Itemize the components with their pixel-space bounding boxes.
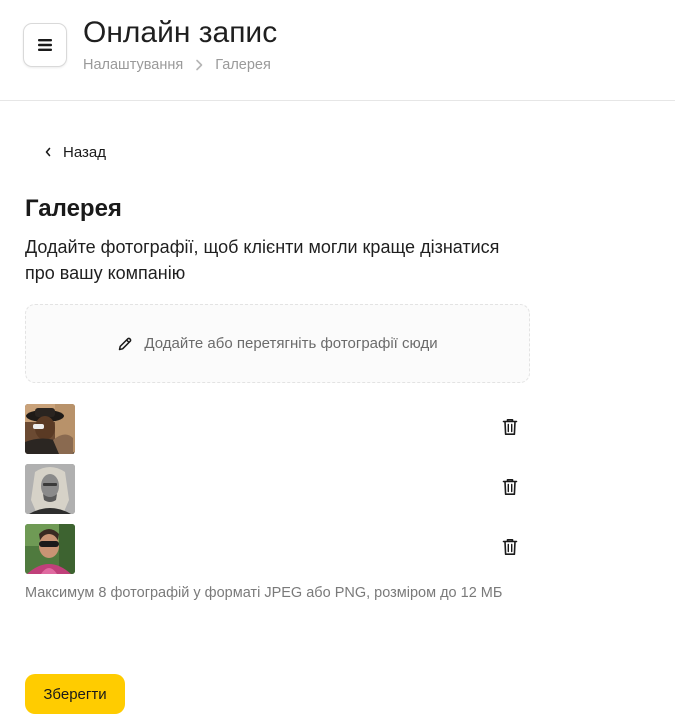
page-title: Онлайн запис: [83, 16, 278, 49]
page-header: Онлайн запис Налаштування Галерея: [0, 0, 675, 101]
photo-item: [25, 404, 530, 454]
breadcrumb: Налаштування Галерея: [83, 56, 271, 74]
section-title: Галерея: [25, 195, 122, 222]
photo-thumbnail[interactable]: [25, 404, 75, 454]
upload-hint: Максимум 8 фотографій у форматі JPEG або…: [25, 585, 503, 601]
trash-icon[interactable]: [500, 536, 520, 558]
dropzone-label: Додайте або перетягніть фотографії сюди: [144, 335, 438, 352]
menu-button[interactable]: [23, 23, 67, 67]
section-description: Додайте фотографії, щоб клієнти могли кр…: [25, 237, 500, 283]
hamburger-icon: [38, 39, 52, 51]
pencil-icon: [117, 336, 133, 352]
photo-dropzone[interactable]: Додайте або перетягніть фотографії сюди: [25, 304, 530, 383]
breadcrumb-item-gallery: Галерея: [215, 57, 271, 73]
chevron-left-icon: [44, 146, 52, 158]
trash-icon[interactable]: [500, 416, 520, 438]
photo-thumbnail[interactable]: [25, 464, 75, 514]
photo-item: [25, 524, 530, 574]
trash-icon[interactable]: [500, 476, 520, 498]
save-button[interactable]: Зберегти: [25, 674, 125, 714]
back-label: Назад: [63, 143, 106, 161]
back-link[interactable]: Назад: [44, 142, 106, 162]
chevron-right-icon: [195, 59, 203, 71]
photo-item: [25, 464, 530, 514]
breadcrumb-item-settings[interactable]: Налаштування: [83, 56, 183, 74]
photo-thumbnail[interactable]: [25, 524, 75, 574]
